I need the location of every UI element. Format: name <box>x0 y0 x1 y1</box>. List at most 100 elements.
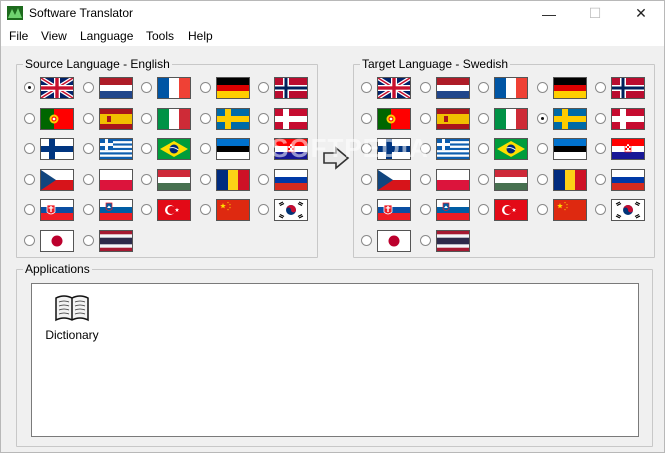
norway-flag-icon[interactable] <box>611 77 645 99</box>
source-radio-portugal[interactable] <box>24 112 35 124</box>
source-language-option-sweden[interactable] <box>199 107 258 131</box>
source-language-option-china[interactable] <box>199 198 258 222</box>
target-radio-russia[interactable] <box>595 173 606 185</box>
target-radio-poland[interactable] <box>419 173 431 185</box>
target-radio-turkey[interactable] <box>478 204 489 215</box>
menu-view[interactable]: View <box>41 29 67 43</box>
source-radio-greece[interactable] <box>82 143 94 154</box>
target-radio-germany[interactable] <box>536 82 548 93</box>
source-radio-romania[interactable] <box>199 173 211 185</box>
korea-flag-icon[interactable] <box>274 199 308 221</box>
slovakia-flag-icon[interactable] <box>40 199 74 221</box>
close-button[interactable]: ✕ <box>618 1 664 26</box>
target-language-option-italy[interactable] <box>478 107 536 131</box>
target-language-option-spain[interactable] <box>419 107 478 131</box>
target-radio-slovakia[interactable] <box>361 204 372 215</box>
slovakia-flag-icon[interactable] <box>377 199 411 221</box>
china-flag-icon[interactable] <box>215 199 250 221</box>
greece-flag-icon[interactable] <box>98 138 133 160</box>
brazil-flag-icon[interactable] <box>157 138 191 160</box>
target-radio-thailand[interactable] <box>419 234 431 246</box>
target-radio-spain[interactable] <box>419 112 431 124</box>
source-language-option-korea[interactable] <box>258 198 316 222</box>
menu-help[interactable]: Help <box>188 29 213 43</box>
target-language-option-korea[interactable] <box>595 198 653 222</box>
france-flag-icon[interactable] <box>494 77 528 99</box>
source-language-option-spain[interactable] <box>82 107 141 131</box>
source-language-option-norway[interactable] <box>258 76 316 100</box>
source-language-option-brazil[interactable] <box>141 137 199 161</box>
source-radio-thailand[interactable] <box>82 234 94 246</box>
hungary-flag-icon[interactable] <box>494 168 528 191</box>
target-language-option-hungary[interactable] <box>478 168 536 192</box>
czech-flag-icon[interactable] <box>377 168 411 191</box>
source-radio-poland[interactable] <box>82 173 94 185</box>
source-radio-uk[interactable] <box>24 82 35 93</box>
target-language-option-france[interactable] <box>478 76 536 100</box>
target-language-option-netherlands[interactable] <box>419 76 478 100</box>
source-language-option-netherlands[interactable] <box>82 76 141 100</box>
spain-flag-icon[interactable] <box>435 107 470 130</box>
source-radio-france[interactable] <box>141 82 152 93</box>
germany-flag-icon[interactable] <box>215 77 250 99</box>
target-language-option-china[interactable] <box>536 198 595 222</box>
target-radio-italy[interactable] <box>478 112 489 124</box>
source-radio-estonia[interactable] <box>199 143 211 154</box>
portugal-flag-icon[interactable] <box>377 107 411 130</box>
source-radio-slovakia[interactable] <box>24 204 35 215</box>
source-language-option-greece[interactable] <box>82 137 141 161</box>
menu-tools[interactable]: Tools <box>146 29 174 43</box>
target-language-option-thailand[interactable] <box>419 229 478 253</box>
dictionary-app[interactable]: Dictionary <box>45 290 99 342</box>
italy-flag-icon[interactable] <box>494 107 528 130</box>
source-radio-netherlands[interactable] <box>82 82 94 93</box>
target-language-option-denmark[interactable] <box>595 107 653 131</box>
spain-flag-icon[interactable] <box>98 107 133 130</box>
source-language-option-thailand[interactable] <box>82 229 141 253</box>
target-radio-estonia[interactable] <box>536 143 548 154</box>
source-language-option-slovenia[interactable] <box>82 198 141 222</box>
estonia-flag-icon[interactable] <box>552 138 587 160</box>
target-language-option-uk[interactable] <box>361 76 419 100</box>
uk-flag-icon[interactable] <box>377 77 411 99</box>
menu-file[interactable]: File <box>9 29 28 43</box>
menu-language[interactable]: Language <box>80 29 133 43</box>
source-language-option-russia[interactable] <box>258 168 316 192</box>
source-radio-denmark[interactable] <box>258 112 269 124</box>
source-radio-japan[interactable] <box>24 234 35 246</box>
japan-flag-icon[interactable] <box>377 229 411 252</box>
turkey-flag-icon[interactable] <box>494 199 528 221</box>
source-language-option-hungary[interactable] <box>141 168 199 192</box>
target-radio-denmark[interactable] <box>595 112 606 124</box>
germany-flag-icon[interactable] <box>552 77 587 99</box>
target-language-option-portugal[interactable] <box>361 107 419 131</box>
source-radio-russia[interactable] <box>258 173 269 185</box>
sweden-flag-icon[interactable] <box>552 107 587 130</box>
poland-flag-icon[interactable] <box>98 168 133 191</box>
brazil-flag-icon[interactable] <box>494 138 528 160</box>
denmark-flag-icon[interactable] <box>611 107 645 130</box>
target-language-option-russia[interactable] <box>595 168 653 192</box>
romania-flag-icon[interactable] <box>215 168 250 191</box>
source-language-option-estonia[interactable] <box>199 137 258 161</box>
source-language-option-japan[interactable] <box>24 229 82 253</box>
target-radio-hungary[interactable] <box>478 173 489 185</box>
source-language-option-turkey[interactable] <box>141 198 199 222</box>
slovenia-flag-icon[interactable] <box>98 199 133 221</box>
target-radio-portugal[interactable] <box>361 112 372 124</box>
maximize-button[interactable]: ☐ <box>572 1 618 26</box>
source-language-option-czech[interactable] <box>24 168 82 192</box>
uk-flag-icon[interactable] <box>40 77 74 99</box>
norway-flag-icon[interactable] <box>274 77 308 99</box>
source-radio-norway[interactable] <box>258 82 269 93</box>
czech-flag-icon[interactable] <box>40 168 74 191</box>
hungary-flag-icon[interactable] <box>157 168 191 191</box>
source-language-option-uk[interactable] <box>24 76 82 100</box>
target-radio-china[interactable] <box>536 204 548 215</box>
target-language-option-turkey[interactable] <box>478 198 536 222</box>
source-language-option-denmark[interactable] <box>258 107 316 131</box>
poland-flag-icon[interactable] <box>435 168 470 191</box>
portugal-flag-icon[interactable] <box>40 107 74 130</box>
target-language-option-slovakia[interactable] <box>361 198 419 222</box>
source-radio-brazil[interactable] <box>141 143 152 154</box>
